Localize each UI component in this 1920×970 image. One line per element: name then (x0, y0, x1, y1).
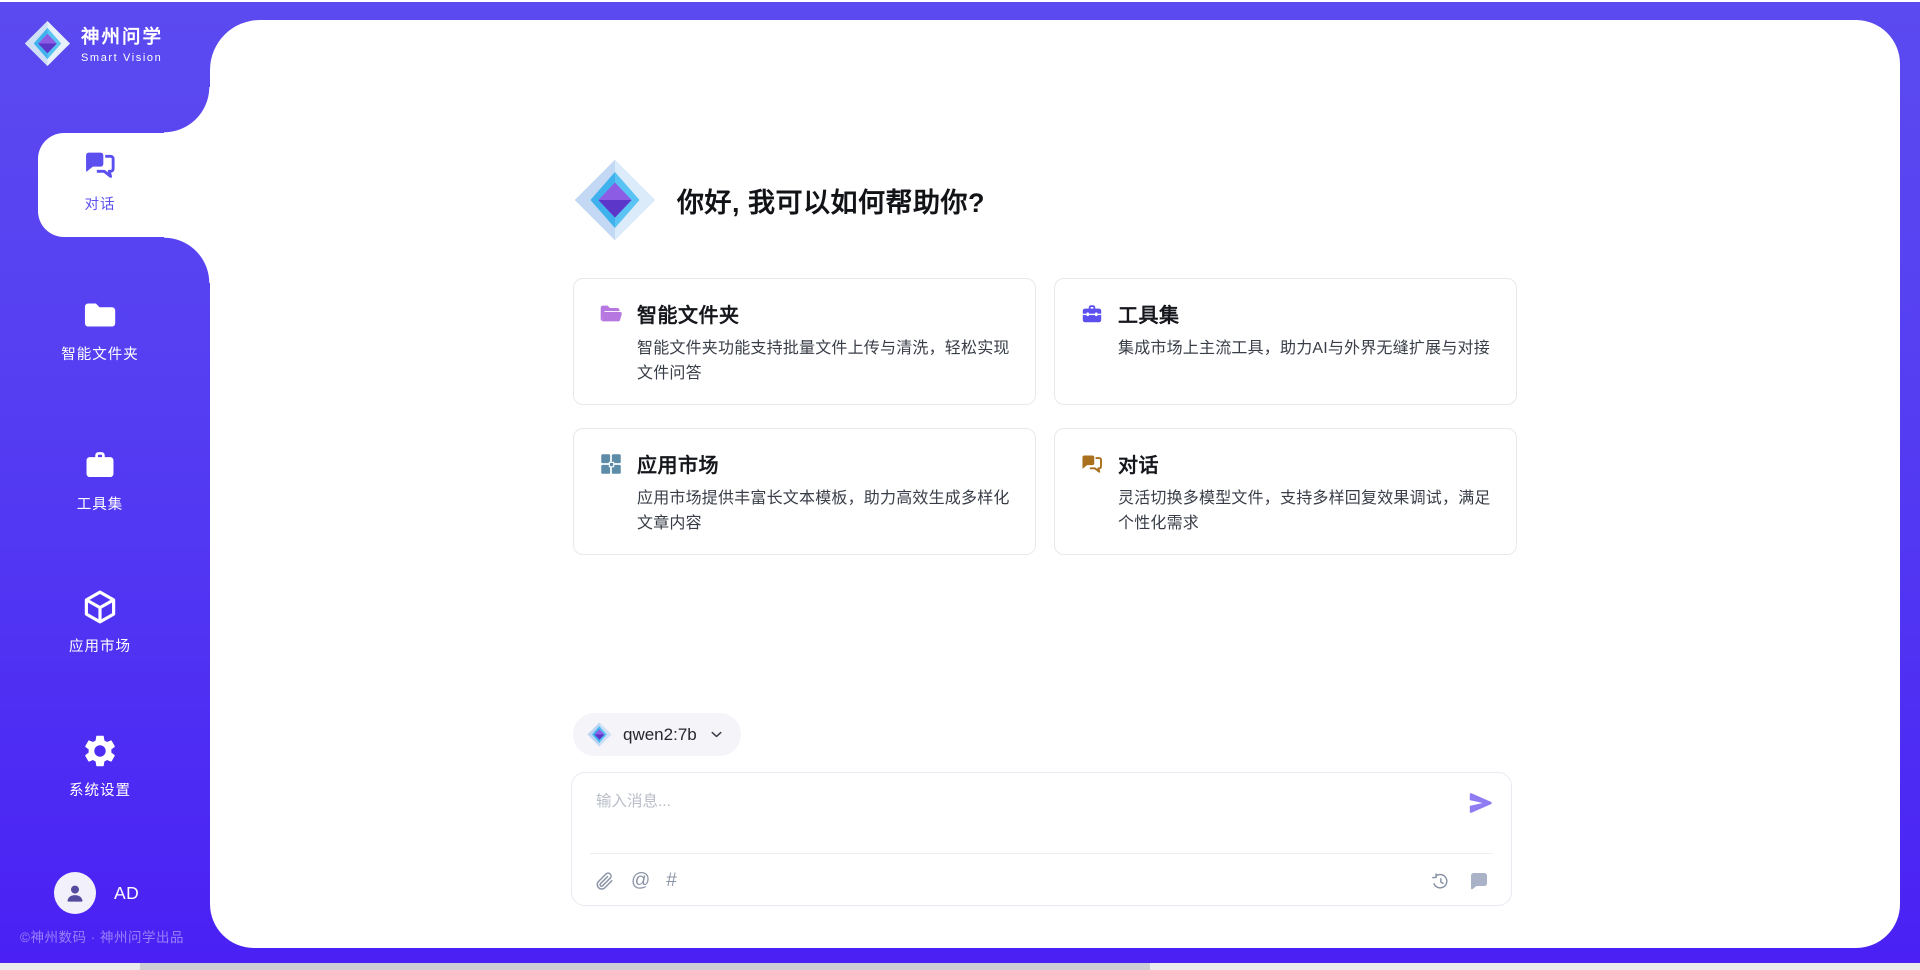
composer-right-tools (1430, 869, 1491, 893)
greeting-title: 你好, 我可以如何帮助你? (677, 181, 985, 220)
hash-icon: # (666, 870, 677, 892)
avatar (54, 872, 96, 914)
composer-left-tools: @ # (594, 870, 677, 892)
copyright-text: ©神州数码 · 神州问学出品 (20, 926, 184, 946)
mention-button[interactable]: @ (631, 870, 650, 892)
message-composer: @ # (571, 772, 1512, 906)
greeting-header: 你好, 我可以如何帮助你? (573, 158, 985, 242)
chat-icon (1079, 451, 1105, 477)
sidebar-item-folders[interactable]: 智能文件夹 (0, 296, 200, 364)
folder-icon (81, 296, 119, 334)
sidebar-item-chat[interactable]: 对话 (0, 146, 200, 214)
card-title: 智能文件夹 (637, 299, 740, 328)
app-window: 神州问学 Smart Vision 对话 智能文件夹 工具集 应用市场 (0, 0, 1920, 970)
card-title: 应用市场 (637, 449, 719, 478)
paperclip-icon (594, 871, 615, 892)
send-button[interactable] (1467, 789, 1495, 817)
sidebar-item-label: 应用市场 (69, 635, 131, 656)
sidebar-item-label: 智能文件夹 (61, 343, 139, 364)
card-chat[interactable]: 对话 灵活切换多模型文件，支持多样回复效果调试，满足个性化需求 (1054, 428, 1517, 555)
brand-logo: 神州问学 Smart Vision (24, 20, 163, 67)
card-description: 应用市场提供丰富长文本模板，助力高效生成多样化文章内容 (637, 487, 1011, 537)
topic-button[interactable]: # (666, 870, 677, 892)
toolbox-icon (81, 446, 119, 484)
attach-file-button[interactable] (594, 871, 615, 892)
message-input[interactable] (594, 787, 1458, 849)
card-description: 集成市场上主流工具，助力AI与外界无缝扩展与对接 (1118, 337, 1492, 362)
history-icon (1430, 871, 1451, 892)
folder-icon (598, 301, 624, 327)
chat-icon (81, 146, 119, 184)
model-selector[interactable]: qwen2:7b (573, 713, 741, 756)
card-description: 灵活切换多模型文件，支持多样回复效果调试，满足个性化需求 (1118, 487, 1492, 537)
user-account-button[interactable]: AD (54, 872, 139, 914)
card-description: 智能文件夹功能支持批量文件上传与清洗，轻松实现文件问答 (637, 337, 1011, 387)
chat-bubble-icon (1467, 869, 1491, 893)
appgrid-icon (598, 451, 624, 477)
diamond-logo-icon (587, 722, 612, 747)
at-icon: @ (631, 870, 650, 892)
toolbox-icon (1079, 301, 1105, 327)
tab-scoop-top (164, 87, 210, 133)
horizontal-scrollbar-thumb[interactable] (140, 963, 1150, 970)
feature-cards-grid: 智能文件夹 智能文件夹功能支持批量文件上传与清洗，轻松实现文件问答 工具集 集成… (573, 278, 1517, 555)
composer-divider (590, 853, 1493, 854)
card-title: 工具集 (1118, 299, 1180, 328)
model-name: qwen2:7b (623, 725, 697, 745)
card-title: 对话 (1118, 449, 1159, 478)
sidebar-item-label: 对话 (85, 193, 116, 214)
sidebar-item-settings[interactable]: 系统设置 (0, 732, 200, 800)
sidebar-item-toolset[interactable]: 工具集 (0, 446, 200, 514)
card-app-market[interactable]: 应用市场 应用市场提供丰富长文本模板，助力高效生成多样化文章内容 (573, 428, 1036, 555)
sidebar-item-app-market[interactable]: 应用市场 (0, 588, 200, 656)
tab-scoop-bottom (164, 237, 210, 283)
chevron-down-icon (708, 726, 725, 743)
composer-toolbar: @ # (594, 865, 1491, 897)
horizontal-scrollbar-track (0, 963, 1920, 970)
diamond-logo-icon (573, 158, 657, 242)
card-smart-folders[interactable]: 智能文件夹 智能文件夹功能支持批量文件上传与清洗，轻松实现文件问答 (573, 278, 1036, 405)
cube-icon (81, 588, 119, 626)
user-name: AD (114, 883, 139, 904)
diamond-logo-icon (24, 20, 71, 67)
card-toolset[interactable]: 工具集 集成市场上主流工具，助力AI与外界无缝扩展与对接 (1054, 278, 1517, 405)
gear-icon (81, 732, 119, 770)
brand-name: 神州问学 (81, 23, 163, 49)
person-icon (63, 881, 87, 905)
brand-subtitle: Smart Vision (81, 52, 163, 64)
send-icon (1467, 789, 1495, 817)
history-button[interactable] (1430, 871, 1451, 892)
new-chat-button[interactable] (1467, 869, 1491, 893)
sidebar-item-label: 系统设置 (69, 779, 131, 800)
sidebar-item-label: 工具集 (77, 493, 124, 514)
